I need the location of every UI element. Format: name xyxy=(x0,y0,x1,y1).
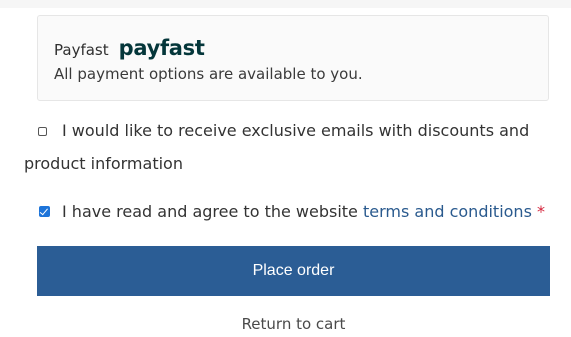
terms-checkbox[interactable] xyxy=(39,206,50,217)
payment-method-header: Payfast payfast xyxy=(54,36,205,60)
place-order-button[interactable]: Place order xyxy=(37,246,550,296)
payment-method-label: Payfast xyxy=(54,41,109,59)
terms-label: I have read and agree to the website ter… xyxy=(62,202,545,221)
marketing-opt-in-label-line2: product information xyxy=(24,154,183,173)
required-asterisk: * xyxy=(537,202,545,221)
payfast-logo: payfast xyxy=(118,36,205,60)
checkout-payment-section: Payfast payfast All payment options are … xyxy=(0,0,571,337)
return-to-cart-link[interactable]: Return to cart xyxy=(0,315,571,333)
terms-and-conditions-link[interactable]: terms and conditions xyxy=(363,202,532,221)
terms-label-text: I have read and agree to the website xyxy=(62,202,363,221)
marketing-opt-in-checkbox[interactable] xyxy=(38,127,47,136)
top-divider xyxy=(0,0,571,8)
payment-method-box: Payfast payfast All payment options are … xyxy=(37,15,549,101)
marketing-opt-in-label-line1: I would like to receive exclusive emails… xyxy=(62,121,530,140)
payment-method-description: All payment options are available to you… xyxy=(54,65,363,83)
